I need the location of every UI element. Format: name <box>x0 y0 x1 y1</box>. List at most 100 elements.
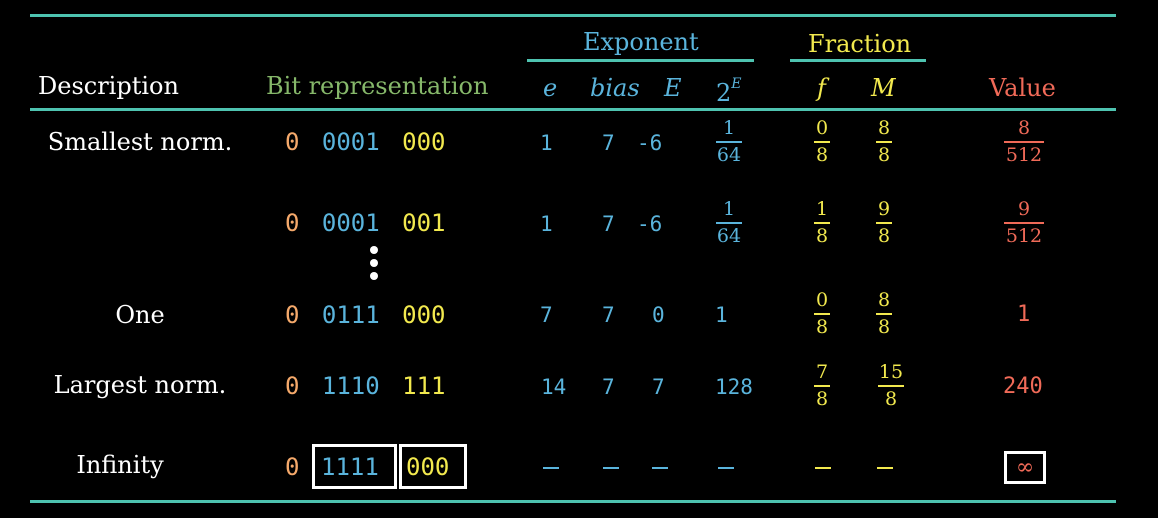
two-E-header: 2E <box>716 73 742 108</box>
row-0-f: 08 <box>814 117 830 166</box>
row-1-f-num: 1 <box>815 198 829 220</box>
row-4-frac-bits: 000 <box>406 453 450 481</box>
row-0-f-num: 0 <box>815 117 829 139</box>
row-4-description: Infinity <box>76 451 164 479</box>
row-2-exp-bits: 0111 <box>321 301 380 329</box>
row-2-description: One <box>115 301 165 329</box>
row-0-bias: 7 <box>602 131 615 155</box>
row-2-value: 1 <box>1017 302 1031 327</box>
row-0-value-num: 8 <box>1017 117 1031 139</box>
row-4-two-E-dash <box>718 467 734 469</box>
row-0-sign-bit: 0 <box>285 128 300 156</box>
row-3-bias: 7 <box>602 375 615 399</box>
top-rule <box>30 14 1116 17</box>
row-3-two-E: 128 <box>715 375 753 399</box>
row-4-e-dash <box>543 467 559 469</box>
row-3-M-num: 15 <box>878 361 904 383</box>
row-4-E-dash <box>652 467 668 469</box>
row-1-f: 18 <box>814 198 830 247</box>
row-0-M-num: 8 <box>877 117 891 139</box>
ellipsis-dot-top <box>370 246 378 254</box>
row-0-description: Smallest norm. <box>47 128 233 156</box>
fraction-group-header: Fraction <box>808 30 912 58</box>
row-1-M: 98 <box>876 198 892 247</box>
row-2-M: 88 <box>876 289 892 338</box>
row-0-f-den: 8 <box>815 143 829 166</box>
row-1-f-den: 8 <box>815 224 829 247</box>
row-3-exp-bits: 1110 <box>321 372 380 400</box>
row-4-exp-bits: 1111 <box>321 453 379 481</box>
row-3-sign-bit: 0 <box>285 372 300 400</box>
row-4-M-dash <box>877 467 893 469</box>
row-4-bias-dash <box>603 467 619 469</box>
row-3-M: 15 8 <box>878 361 904 410</box>
f-header: f <box>817 74 826 102</box>
bottom-rule <box>30 500 1116 503</box>
row-0-value: 8 512 <box>1004 117 1044 166</box>
row-1-E: -6 <box>637 212 663 236</box>
row-3-E: 7 <box>652 375 665 399</box>
row-3-f-num: 7 <box>815 361 829 383</box>
row-2-frac-bits: 000 <box>402 301 446 329</box>
row-2-f-num: 0 <box>815 289 829 311</box>
row-1-two-E: 1 64 <box>716 198 742 247</box>
fraction-group-rule <box>790 59 926 62</box>
row-1-value-num: 9 <box>1017 198 1031 220</box>
M-header: M <box>871 74 896 102</box>
row-0-frac-bits: 000 <box>402 128 446 156</box>
row-3-e: 14 <box>541 375 567 399</box>
two-E-sup: E <box>731 76 742 92</box>
row-0-M: 88 <box>876 117 892 166</box>
row-1-value-den: 512 <box>1005 224 1043 247</box>
row-1-two-E-den: 64 <box>716 224 742 247</box>
bias-header: bias <box>590 74 640 102</box>
E-header: E <box>664 74 682 102</box>
row-3-frac-bits: 111 <box>402 372 446 400</box>
row-0-two-E-den: 64 <box>716 143 742 166</box>
row-2-f-den: 8 <box>815 315 829 338</box>
row-1-exp-bits: 0001 <box>321 209 380 237</box>
two-E-base: 2 <box>716 79 732 107</box>
row-2-sign-bit: 0 <box>285 301 300 329</box>
row-0-value-den: 512 <box>1005 143 1043 166</box>
row-1-frac-bits: 001 <box>402 209 446 237</box>
row-4-f-dash <box>815 467 831 469</box>
header-rule <box>30 108 1116 111</box>
row-0-exp-bits: 0001 <box>321 128 380 156</box>
exponent-group-header: Exponent <box>583 28 699 56</box>
exponent-group-rule <box>527 59 754 62</box>
row-1-M-num: 9 <box>877 198 891 220</box>
e-header: e <box>543 74 558 102</box>
row-2-f: 08 <box>814 289 830 338</box>
row-2-bias: 7 <box>602 303 615 327</box>
row-1-bias: 7 <box>602 212 615 236</box>
row-1-bits: 0 0001 001 <box>285 208 446 238</box>
value-header: Value <box>989 74 1056 102</box>
row-0-e: 1 <box>540 131 553 155</box>
row-3-f: 78 <box>814 361 830 410</box>
row-2-M-num: 8 <box>877 289 891 311</box>
ellipsis-dot-bottom <box>370 272 378 280</box>
row-0-M-den: 8 <box>877 143 891 166</box>
row-3-value: 240 <box>1003 374 1043 399</box>
row-1-value: 9 512 <box>1004 198 1044 247</box>
ellipsis-dot-middle <box>370 259 378 267</box>
row-3-description: Largest norm. <box>53 371 227 399</box>
description-header: Description <box>38 72 179 100</box>
row-2-bits: 0 0111 000 <box>285 300 446 330</box>
row-0-two-E-num: 1 <box>722 117 736 139</box>
row-1-e: 1 <box>540 212 553 236</box>
row-2-E: 0 <box>652 303 665 327</box>
row-2-M-den: 8 <box>877 315 891 338</box>
row-1-sign-bit: 0 <box>285 209 300 237</box>
row-2-e: 7 <box>540 303 553 327</box>
row-3-bits: 0 1110 111 <box>285 371 446 401</box>
row-4-sign-bit: 0 <box>285 453 300 481</box>
row-1-M-den: 8 <box>877 224 891 247</box>
row-4-value: ∞ <box>1015 455 1035 480</box>
row-0-E: -6 <box>637 131 663 155</box>
row-2-two-E: 1 <box>715 303 728 327</box>
row-0-bits: 0 0001 000 <box>285 127 446 157</box>
row-1-two-E-num: 1 <box>722 198 736 220</box>
row-3-M-den: 8 <box>884 387 898 410</box>
